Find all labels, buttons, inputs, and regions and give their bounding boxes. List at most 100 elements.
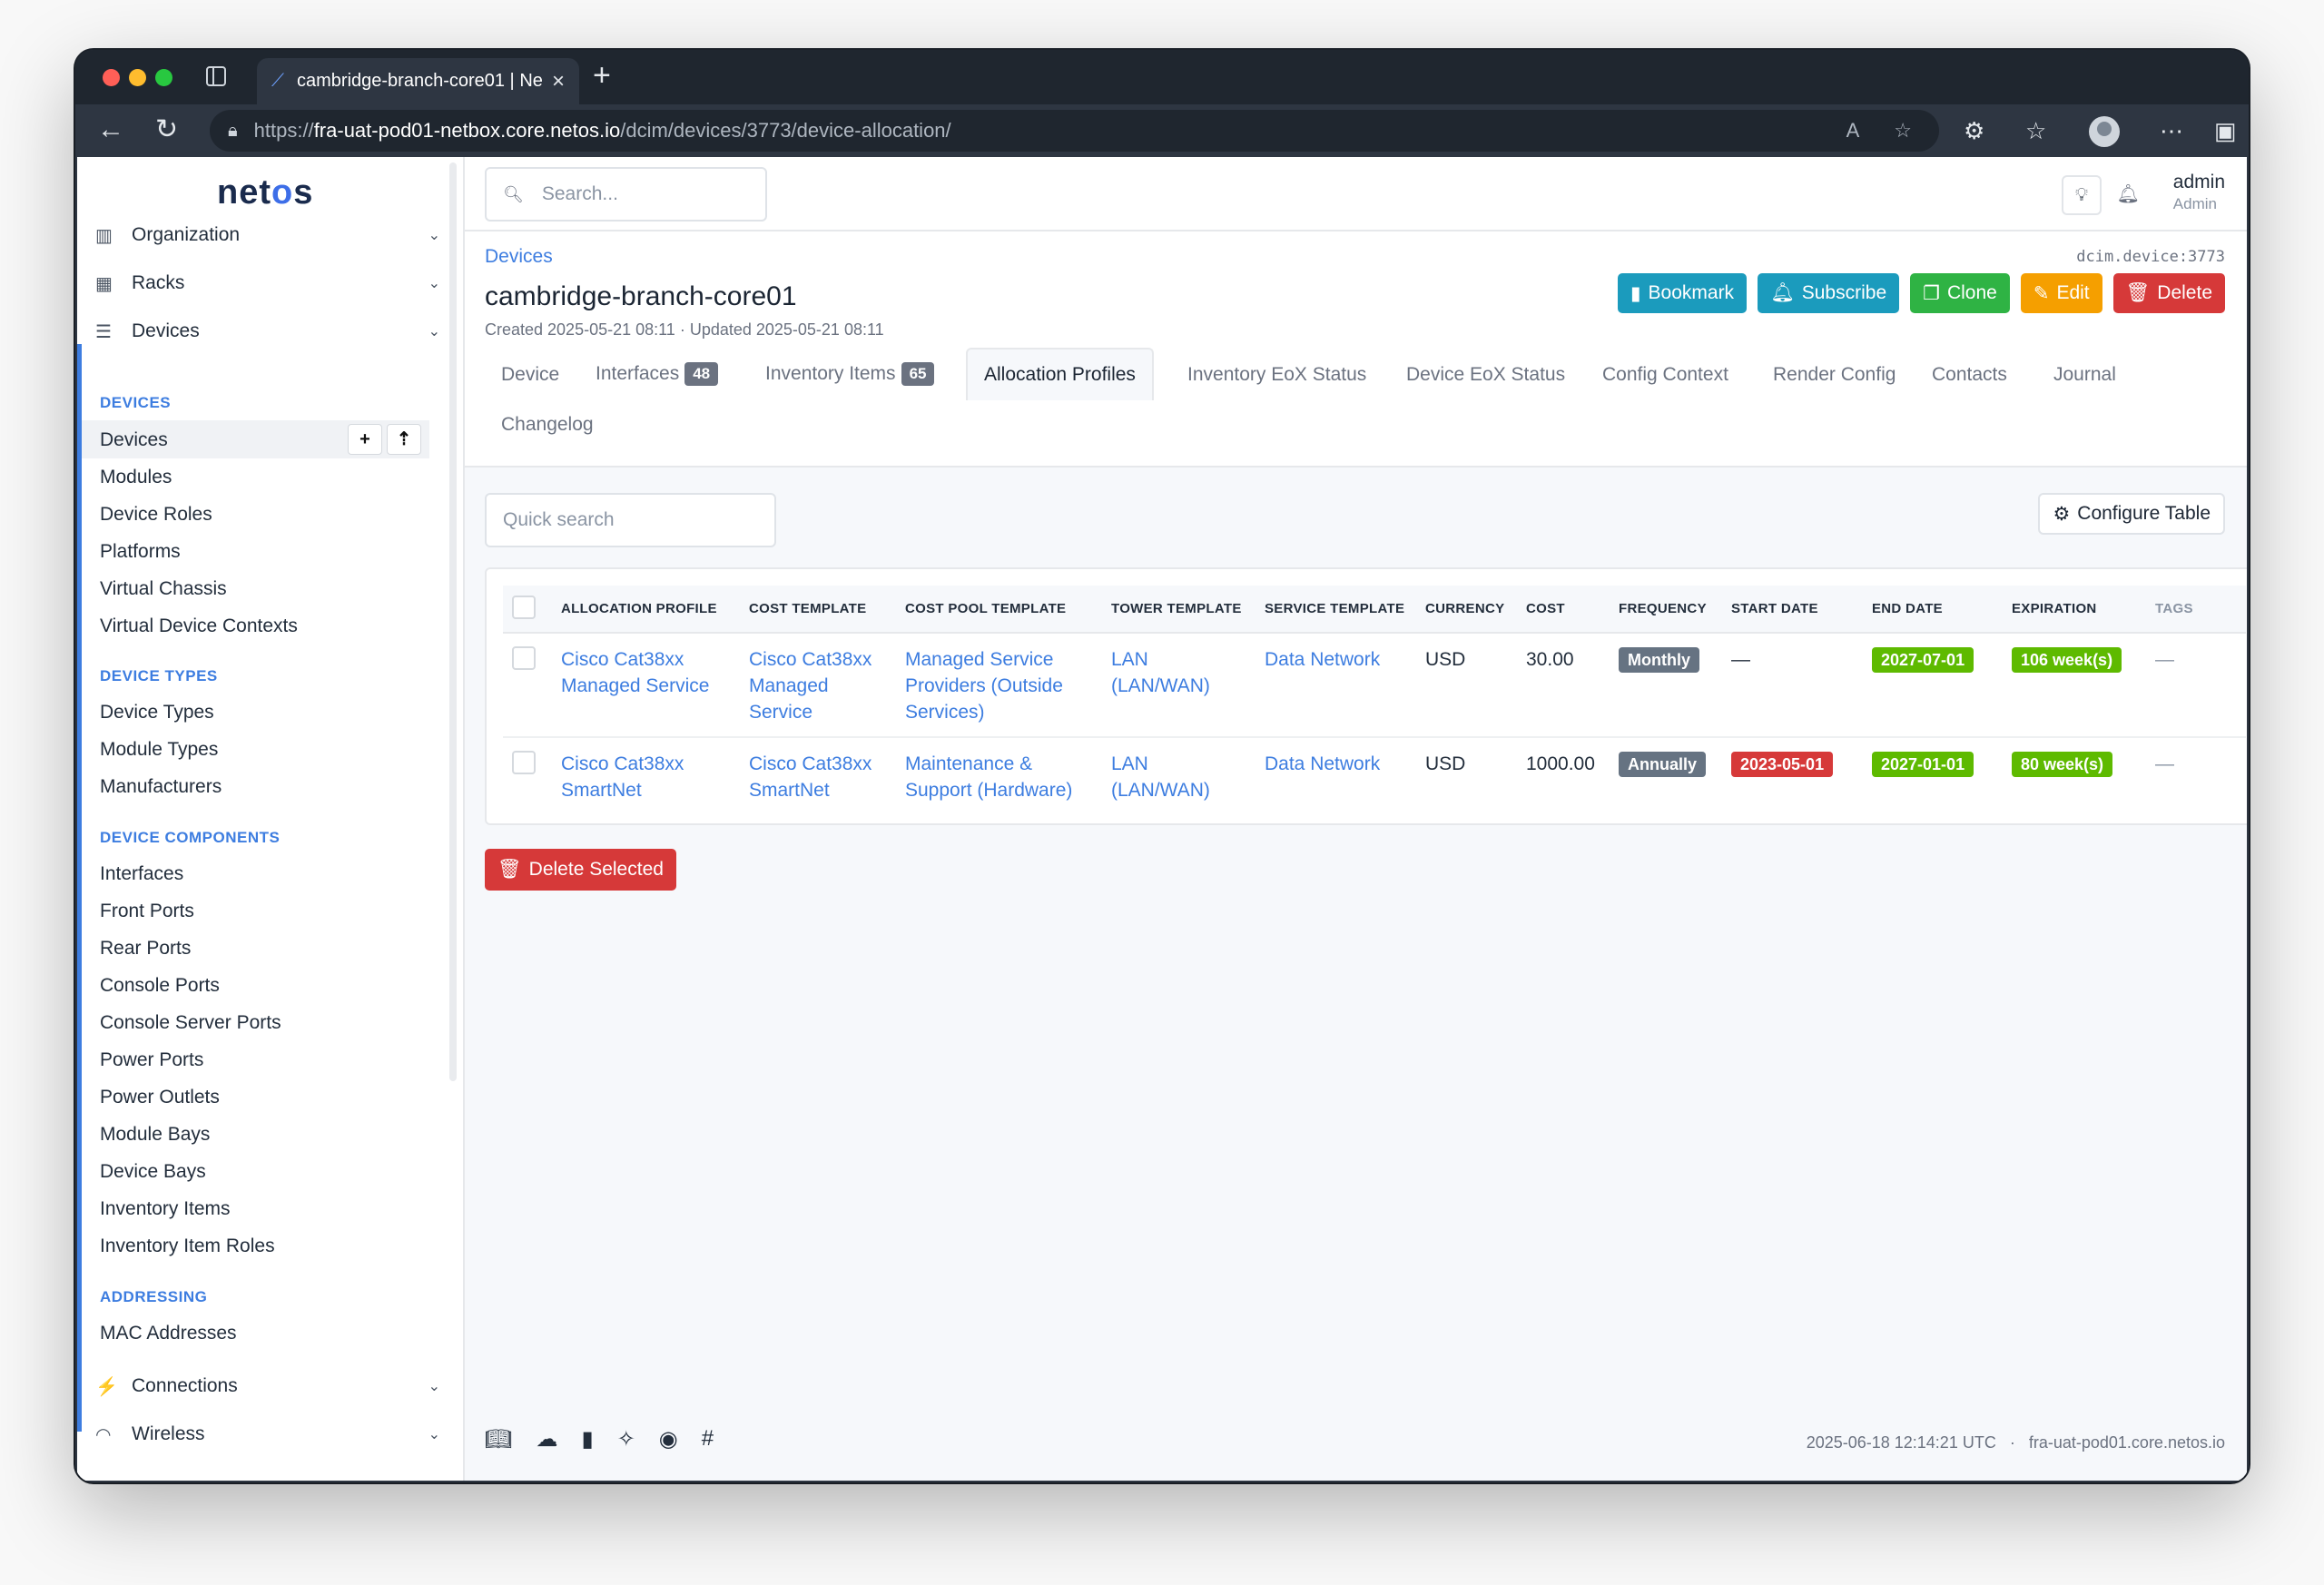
breadcrumb-devices[interactable]: Devices xyxy=(485,246,553,268)
allocation-profile-link[interactable]: Cisco Cat38xx Managed Service xyxy=(561,649,709,696)
sidebar-item-platforms[interactable]: Platforms xyxy=(100,541,181,563)
tab-config-context[interactable]: Config Context xyxy=(1602,364,1728,386)
sidebar-item-inventory-items[interactable]: Inventory Items xyxy=(100,1198,231,1220)
cost-pool-template-link[interactable]: Managed Service Providers (Outside Servi… xyxy=(905,649,1063,723)
tab-render-config[interactable]: Render Config xyxy=(1773,364,1896,386)
subscribe-button[interactable]: 🔔︎ Subscribe xyxy=(1758,273,1900,313)
configure-table-button[interactable]: ⚙ Configure Table xyxy=(2038,493,2225,535)
sidebar-item-virtual-device-contexts[interactable]: Virtual Device Contexts xyxy=(100,615,298,637)
tab-inventory-eox-status[interactable]: Inventory EoX Status xyxy=(1187,364,1366,386)
column-header-cost[interactable]: COST xyxy=(1517,586,1610,634)
sidebar-item-power-outlets[interactable]: Power Outlets xyxy=(100,1087,220,1108)
sidebar-item-manufacturers[interactable]: Manufacturers xyxy=(100,776,222,798)
tower-template-link[interactable]: LAN (LAN/WAN) xyxy=(1111,753,1210,801)
docs-book-icon[interactable]: 📖︎ xyxy=(485,1426,512,1452)
close-window-button[interactable] xyxy=(103,69,120,86)
bookmark-button[interactable]: ▮ Bookmark xyxy=(1617,273,1748,313)
sidebar-item-front-ports[interactable]: Front Ports xyxy=(100,901,194,922)
sidebar-item-device-bays[interactable]: Device Bays xyxy=(100,1161,206,1183)
tab-changelog[interactable]: Changelog xyxy=(501,414,594,436)
service-template-link[interactable]: Data Network xyxy=(1265,649,1380,670)
sidebar-item-modules[interactable]: Modules xyxy=(100,467,172,488)
sidebar-item-module-types[interactable]: Module Types xyxy=(100,739,218,761)
sidebar-item-devices[interactable]: Devices xyxy=(100,429,168,451)
nav-section-connections[interactable]: ⚡ Connections ⌄ xyxy=(95,1366,440,1406)
user-menu[interactable]: admin Admin xyxy=(2173,172,2225,213)
tab-interfaces[interactable]: Interfaces 48 xyxy=(596,362,719,386)
tab-contacts[interactable]: Contacts xyxy=(1932,364,2007,386)
tab-allocation-profiles[interactable]: Allocation Profiles xyxy=(966,348,1154,400)
sidebar-item-interfaces[interactable]: Interfaces xyxy=(100,863,183,885)
column-header-currency[interactable]: CURRENCY xyxy=(1416,586,1517,634)
tab-device-eox-status[interactable]: Device EoX Status xyxy=(1406,364,1565,386)
rest-api-icon[interactable]: ✧ xyxy=(617,1426,635,1452)
sidebar-scrollbar[interactable] xyxy=(449,162,457,1081)
more-icon[interactable]: ⋯ xyxy=(2160,112,2183,150)
column-header-expiration[interactable]: EXPIRATION xyxy=(2003,586,2146,634)
nav-section-racks[interactable]: ▦ Racks ⌄ xyxy=(95,263,440,303)
service-template-link[interactable]: Data Network xyxy=(1265,753,1380,774)
sidebar-item-power-ports[interactable]: Power Ports xyxy=(100,1049,203,1071)
column-header-cost-pool-template[interactable]: COST POOL TEMPLATE xyxy=(896,586,1102,634)
allocation-profile-link[interactable]: Cisco Cat38xx SmartNet xyxy=(561,753,684,801)
delete-button[interactable]: 🗑︎ Delete xyxy=(2112,273,2225,313)
column-header-start-date[interactable]: START DATE xyxy=(1722,586,1863,634)
cost-template-link[interactable]: Cisco Cat38xx Managed Service xyxy=(749,649,872,723)
theme-toggle-bulb-icon[interactable]: 💡︎ xyxy=(2062,175,2102,215)
notifications-bell-icon[interactable]: 🔔︎ xyxy=(2117,182,2140,205)
global-search-input[interactable]: 🔍︎ Search... xyxy=(485,167,767,222)
maximize-window-button[interactable] xyxy=(155,69,172,86)
column-header-frequency[interactable]: FREQUENCY xyxy=(1610,586,1722,634)
cost-pool-template-link[interactable]: Maintenance & Support (Hardware) xyxy=(905,753,1072,801)
github-icon[interactable]: ◉ xyxy=(659,1426,678,1452)
column-header-service-template[interactable]: SERVICE TEMPLATE xyxy=(1256,586,1416,634)
sidebar-item-console-ports[interactable]: Console Ports xyxy=(100,975,220,997)
column-header-end-date[interactable]: END DATE xyxy=(1863,586,2003,634)
edit-button[interactable]: ✎ Edit xyxy=(2020,273,2102,313)
profile-avatar[interactable] xyxy=(2089,116,2120,147)
minimize-window-button[interactable] xyxy=(129,69,146,86)
clone-button[interactable]: ❐ Clone xyxy=(1910,273,2010,313)
tab-inventory-items[interactable]: Inventory Items 65 xyxy=(765,362,935,386)
import-device-button[interactable]: ⇡ xyxy=(387,424,421,455)
row-checkbox[interactable] xyxy=(512,751,536,774)
sidebar-item-rear-ports[interactable]: Rear Ports xyxy=(100,938,191,960)
quick-search-input[interactable]: Quick search xyxy=(485,493,776,547)
delete-selected-button[interactable]: 🗑︎ Delete Selected xyxy=(485,849,676,891)
sidebar-item-virtual-chassis[interactable]: Virtual Chassis xyxy=(100,578,227,600)
sidebar-item-module-bays[interactable]: Module Bays xyxy=(100,1124,210,1146)
add-device-button[interactable]: + xyxy=(348,424,382,455)
new-tab-icon[interactable]: + xyxy=(593,57,611,94)
nav-section-organization[interactable]: ▥ Organization ⌄ xyxy=(95,215,440,255)
browser-tab[interactable]: ⟋ cambridge-branch-core01 | Ne × xyxy=(257,58,579,104)
back-icon[interactable]: ← xyxy=(97,112,124,148)
sidebar-item-inventory-item-roles[interactable]: Inventory Item Roles xyxy=(100,1236,275,1257)
sidebar-panel-icon[interactable]: ▣ xyxy=(2214,112,2237,150)
favorites-icon[interactable]: ☆ xyxy=(2025,112,2046,150)
column-header-cost-template[interactable]: COST TEMPLATE xyxy=(740,586,896,634)
tab-device[interactable]: Device xyxy=(501,364,559,386)
sidebar-item-console-server-ports[interactable]: Console Server Ports xyxy=(100,1012,281,1034)
nav-section-devices[interactable]: ☰ Devices ⌄ xyxy=(95,311,440,351)
read-aloud-icon[interactable]: A xyxy=(1846,119,1860,143)
sidebar-item-device-roles[interactable]: Device Roles xyxy=(100,504,212,526)
favorite-star-icon[interactable]: ☆ xyxy=(1894,119,1912,143)
nav-section-wireless[interactable]: ◠ Wireless ⌄ xyxy=(95,1414,440,1454)
tab-journal[interactable]: Journal xyxy=(2053,364,2116,386)
tower-template-link[interactable]: LAN (LAN/WAN) xyxy=(1111,649,1210,696)
close-tab-icon[interactable]: × xyxy=(552,69,565,94)
column-header-allocation-profile[interactable]: ALLOCATION PROFILE xyxy=(552,586,740,634)
row-checkbox[interactable] xyxy=(512,646,536,670)
slack-icon[interactable]: # xyxy=(702,1426,714,1452)
netos-logo[interactable]: netos xyxy=(217,173,313,212)
column-header-tower-template[interactable]: TOWER TEMPLATE xyxy=(1102,586,1256,634)
reload-icon[interactable]: ↻ xyxy=(155,112,178,148)
sidebar-toggle-icon[interactable] xyxy=(206,66,226,86)
sidebar-item-mac-addresses[interactable]: MAC Addresses xyxy=(100,1323,237,1344)
sidebar-item-device-types[interactable]: Device Types xyxy=(100,702,214,724)
extensions-icon[interactable]: ⚙ xyxy=(1964,112,1984,150)
select-all-checkbox[interactable] xyxy=(512,595,536,619)
address-bar[interactable]: 🔒︎ https://fra-uat-pod01-netbox.core.net… xyxy=(210,110,1939,152)
cost-template-link[interactable]: Cisco Cat38xx SmartNet xyxy=(749,753,872,801)
bookmark-docs-icon[interactable]: ▮ xyxy=(581,1426,593,1452)
